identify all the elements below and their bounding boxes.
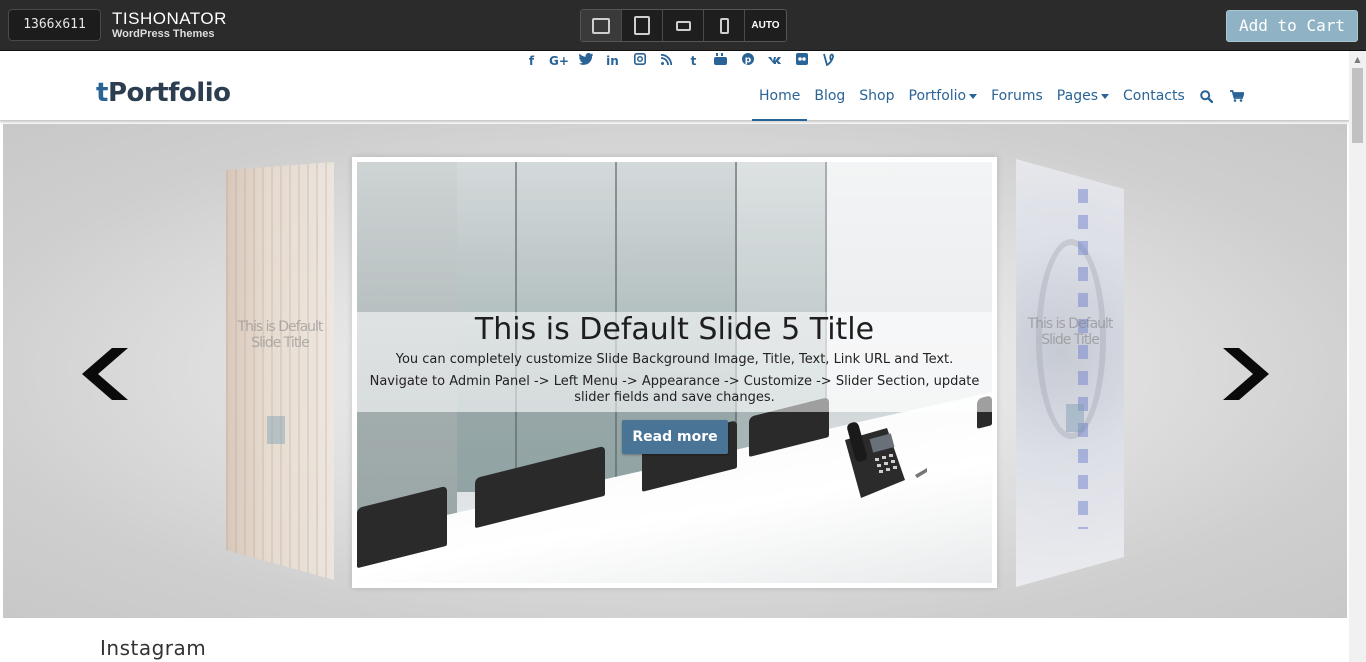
- tablet-landscape-icon: [675, 20, 691, 31]
- slide-text-2: Navigate to Admin Panel -> Left Menu -> …: [369, 374, 980, 405]
- side-slide-button: [267, 416, 285, 444]
- side-slide-button: [1066, 404, 1084, 432]
- chevron-right-icon: [1223, 348, 1269, 400]
- twitter-icon[interactable]: [576, 53, 595, 69]
- nav-pages[interactable]: Pages: [1050, 83, 1116, 121]
- tablet-landscape-view-button[interactable]: [663, 10, 704, 41]
- site-header: f G+ in t p tPortfolio Home Blog Shop Po…: [0, 51, 1349, 121]
- nav-blog[interactable]: Blog: [807, 83, 852, 121]
- brand[interactable]: TISHONATOR WordPress Themes: [112, 10, 227, 41]
- flickr-icon[interactable]: [792, 53, 811, 69]
- cart-icon[interactable]: [1222, 83, 1252, 109]
- brand-subtitle: WordPress Themes: [112, 28, 215, 40]
- auto-view-button[interactable]: AUTO: [745, 10, 786, 41]
- scroll-up-arrow[interactable]: ▲: [1349, 51, 1366, 68]
- demo-topbar: 1366x611 TISHONATOR WordPress Themes AUT…: [0, 0, 1366, 51]
- nav-home-label: Home: [759, 88, 801, 104]
- read-more-button[interactable]: Read more: [622, 420, 728, 454]
- instagram-icon[interactable]: [630, 53, 649, 69]
- chevron-left-icon: [82, 348, 128, 400]
- nav-blog-label: Blog: [814, 88, 846, 104]
- side-slide-title: This is Default Slide Title: [1027, 316, 1113, 348]
- linkedin-icon[interactable]: in: [603, 53, 622, 69]
- vk-icon[interactable]: [765, 53, 784, 69]
- prev-slide-preview[interactable]: This is Default Slide Title: [226, 162, 334, 580]
- slide-title: This is Default Slide 5 Title: [474, 312, 875, 347]
- main-nav: Home Blog Shop Portfolio Forums Pages Co…: [752, 83, 1252, 121]
- nav-forums-label: Forums: [991, 88, 1043, 104]
- social-icons-column: [1078, 189, 1088, 529]
- hero-slider: This is Default Slide Title This is Defa…: [3, 124, 1347, 618]
- page-scrollbar[interactable]: ▲: [1349, 51, 1366, 662]
- site-frame: f G+ in t p tPortfolio Home Blog Shop Po…: [0, 51, 1349, 662]
- nav-contacts[interactable]: Contacts: [1116, 83, 1192, 121]
- scroll-thumb[interactable]: [1352, 68, 1363, 143]
- nav-pages-label: Pages: [1056, 88, 1098, 104]
- facebook-icon[interactable]: f: [522, 53, 541, 69]
- nav-shop-label: Shop: [859, 88, 895, 104]
- tablet-portrait-icon: [634, 16, 650, 35]
- svg-text:p: p: [744, 56, 751, 66]
- mobile-icon: [719, 17, 729, 34]
- rss-icon[interactable]: [657, 53, 676, 69]
- nav-shop[interactable]: Shop: [852, 83, 901, 121]
- device-switcher: AUTO: [580, 9, 787, 42]
- vine-icon[interactable]: [819, 53, 838, 69]
- desk-phone: [835, 420, 927, 498]
- active-slide: This is Default Slide 5 Title You can co…: [352, 157, 997, 588]
- slider-next-button[interactable]: [1223, 348, 1269, 400]
- pinterest-icon[interactable]: p: [738, 53, 757, 69]
- nav-forums[interactable]: Forums: [984, 83, 1050, 121]
- slide-caption: This is Default Slide 5 Title You can co…: [357, 312, 992, 412]
- auto-label: AUTO: [751, 20, 780, 31]
- slide-text-1: You can completely customize Slide Backg…: [395, 352, 954, 367]
- tablet-portrait-view-button[interactable]: [622, 10, 663, 41]
- slider-prev-button[interactable]: [82, 348, 128, 400]
- side-slide-title: This is Default Slide Title: [237, 319, 323, 351]
- add-to-cart-button[interactable]: Add to Cart: [1226, 10, 1358, 42]
- youtube-icon[interactable]: [711, 53, 730, 69]
- tumblr-icon[interactable]: t: [684, 53, 703, 69]
- instagram-heading: Instagram: [100, 636, 207, 660]
- google-plus-icon[interactable]: G+: [549, 53, 569, 69]
- brand-name: TISHONATOR: [112, 9, 227, 28]
- search-icon[interactable]: [1192, 83, 1222, 109]
- resolution-badge: 1366x611: [8, 9, 101, 41]
- site-logo[interactable]: tPortfolio: [96, 77, 231, 109]
- nav-contacts-label: Contacts: [1122, 88, 1185, 104]
- desktop-icon: [592, 17, 610, 34]
- chevron-down-icon: [1100, 93, 1109, 99]
- social-links: f G+ in t p: [522, 53, 838, 69]
- books-pattern: [226, 162, 334, 580]
- logo-prefix: t: [96, 78, 108, 108]
- slide-image: This is Default Slide 5 Title You can co…: [357, 162, 992, 583]
- nav-home[interactable]: Home: [752, 83, 808, 121]
- next-slide-preview[interactable]: This is Default Slide Title: [1016, 159, 1124, 587]
- nav-portfolio[interactable]: Portfolio: [902, 83, 985, 121]
- mobile-view-button[interactable]: [704, 10, 745, 41]
- desktop-view-button[interactable]: [581, 10, 622, 41]
- nav-portfolio-label: Portfolio: [908, 88, 967, 104]
- logo-text: Portfolio: [107, 78, 231, 108]
- chevron-down-icon: [969, 93, 978, 99]
